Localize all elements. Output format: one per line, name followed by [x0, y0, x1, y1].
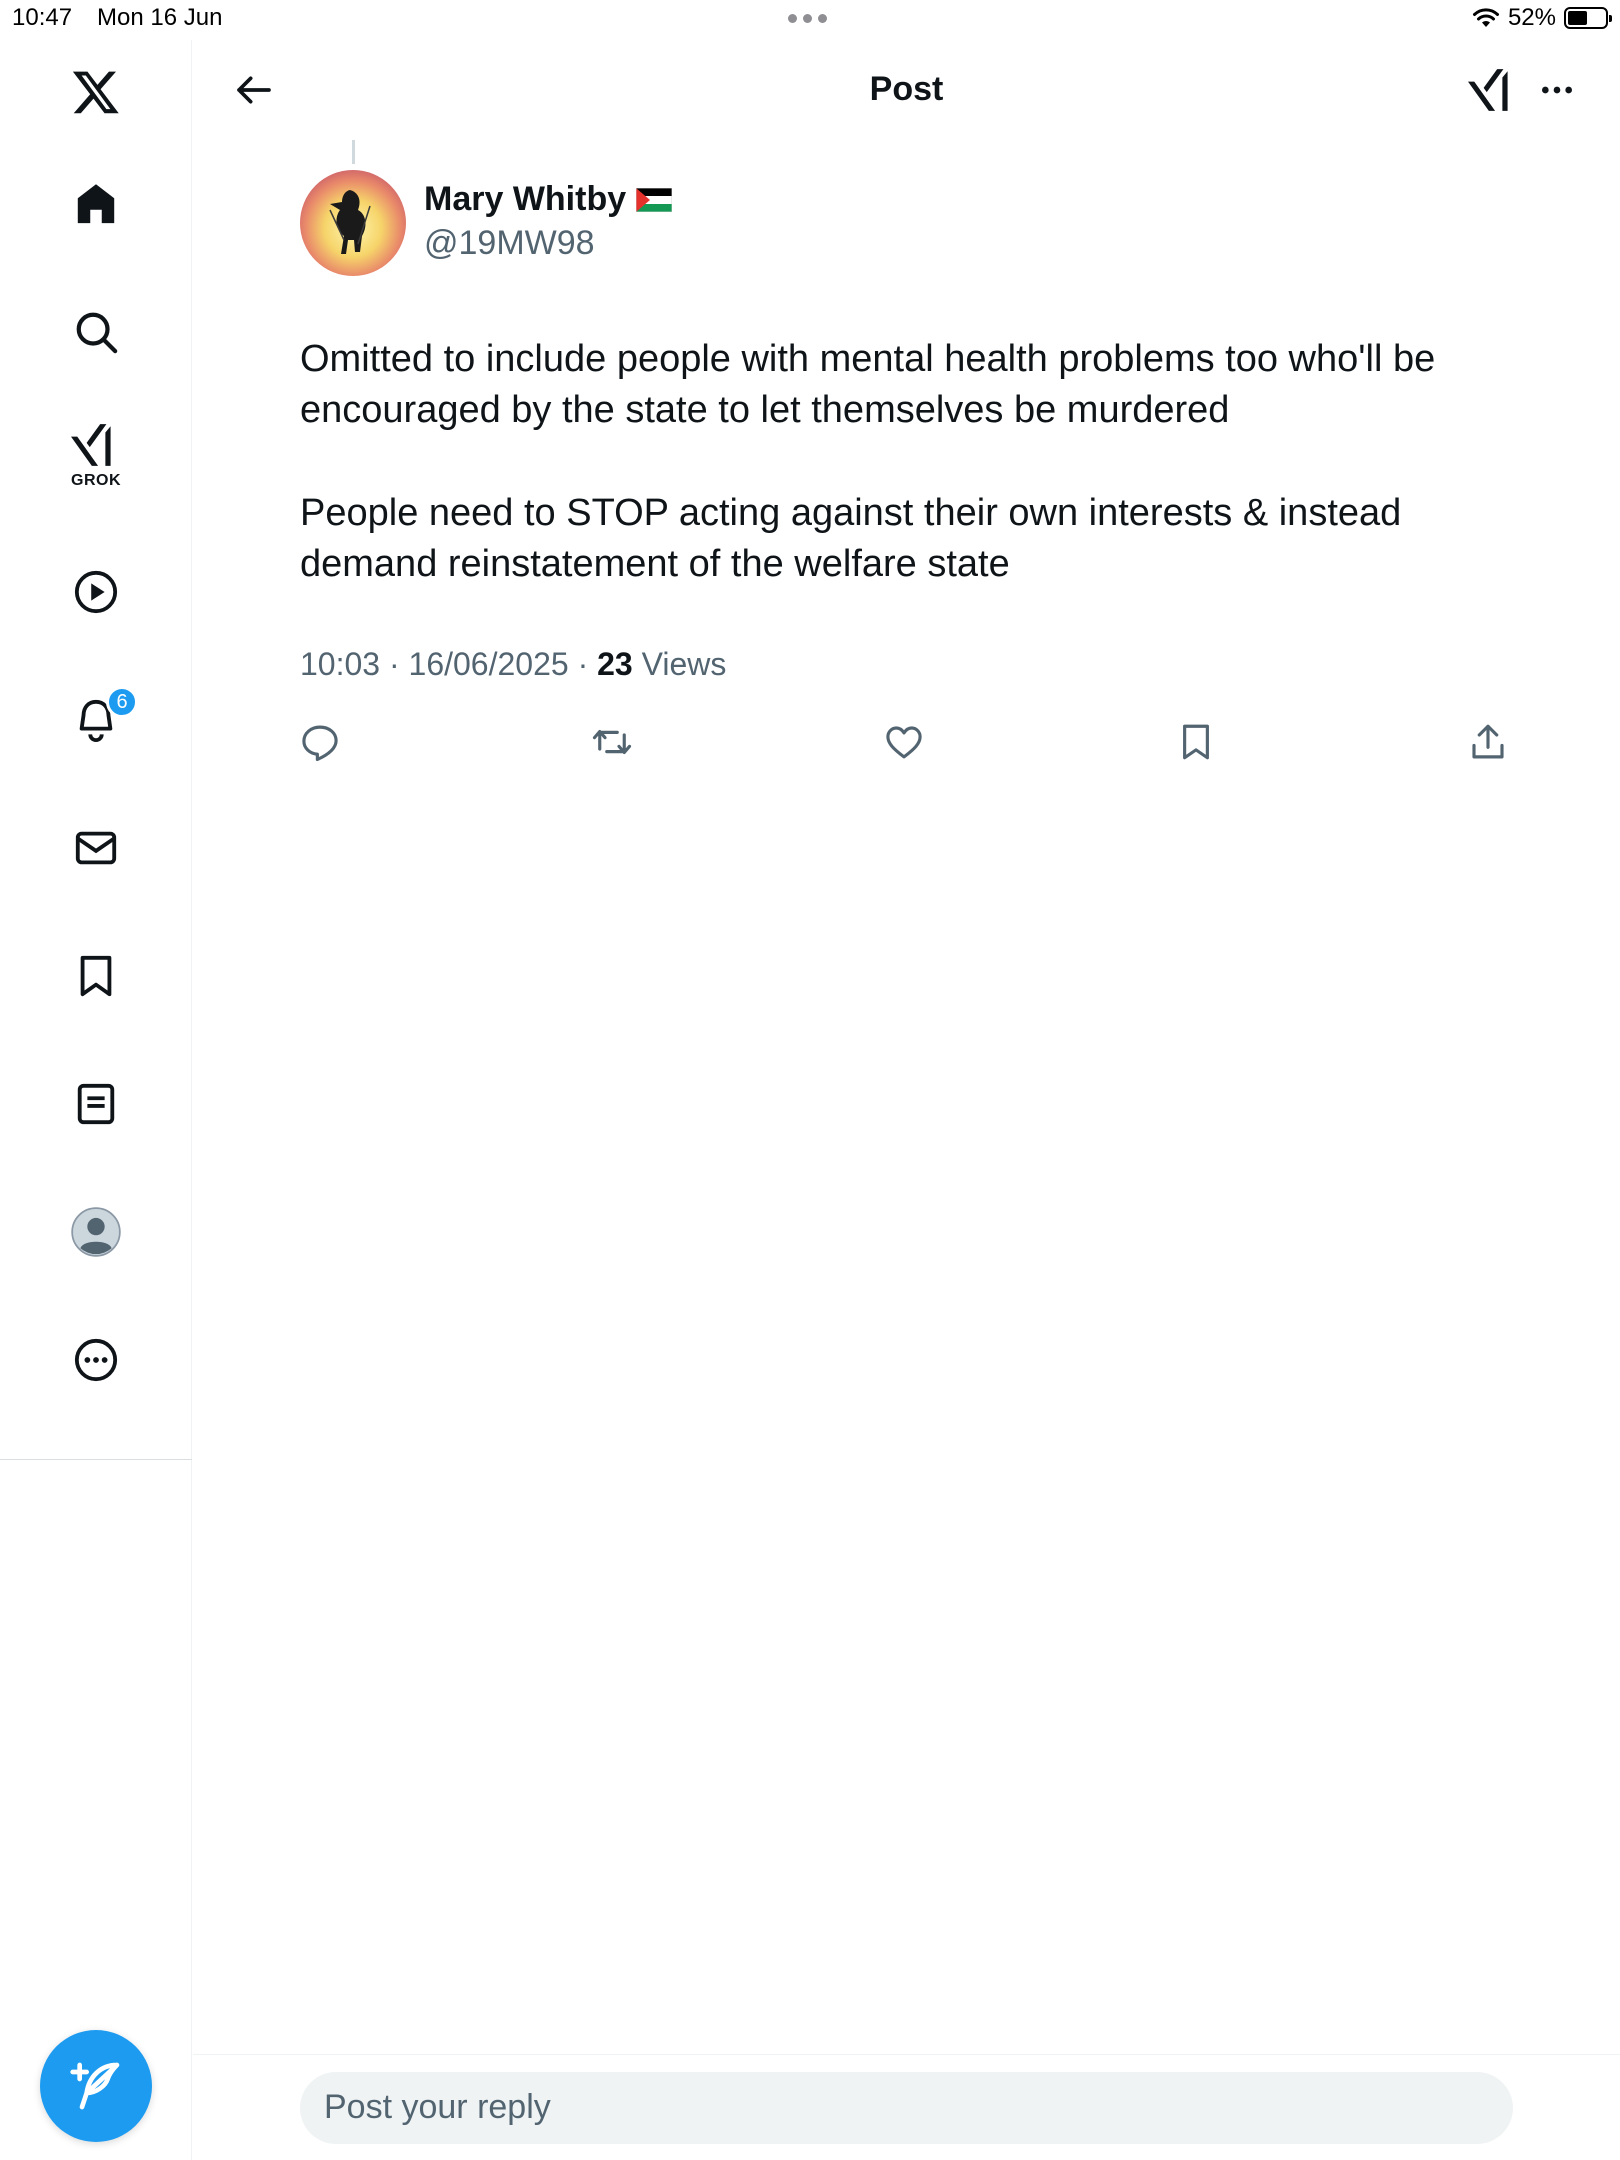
profile-icon[interactable] — [60, 1196, 132, 1268]
reply-placeholder: Post your reply — [324, 2088, 551, 2126]
bookmark-button[interactable] — [1164, 710, 1228, 774]
reply-divider — [193, 2054, 1620, 2055]
post-actions — [288, 710, 1520, 774]
post-time[interactable]: 10:03 — [300, 646, 380, 682]
author-handle[interactable]: @19MW98 — [424, 224, 595, 263]
messages-icon[interactable] — [60, 812, 132, 884]
x-logo-icon[interactable] — [60, 56, 132, 128]
status-bar: 10:47 Mon 16 Jun 52% — [0, 0, 1620, 40]
multitasking-dots-icon[interactable] — [788, 14, 827, 23]
reply-button[interactable] — [288, 710, 352, 774]
share-button[interactable] — [1456, 710, 1520, 774]
grok-icon — [1468, 69, 1508, 111]
like-button[interactable] — [872, 710, 936, 774]
author-avatar[interactable] — [300, 170, 406, 276]
reply-icon — [302, 725, 338, 762]
post-paragraph: Omitted to include people with mental he… — [300, 338, 1436, 431]
share-icon — [1472, 724, 1504, 759]
sidebar: GROK 6 — [0, 40, 192, 2160]
status-time: 10:47 — [12, 4, 73, 31]
post-paragraph: People need to STOP acting against their… — [300, 492, 1402, 585]
post-body: Omitted to include people with mental he… — [300, 334, 1500, 590]
post-date[interactable]: 16/06/2025 — [409, 646, 569, 682]
status-date: Mon 16 Jun — [97, 4, 223, 31]
notifications-icon[interactable]: 6 — [60, 684, 138, 756]
more-options-button[interactable] — [1527, 60, 1587, 120]
meta-separator: · — [388, 646, 409, 682]
repost-icon — [592, 729, 632, 755]
video-icon[interactable] — [60, 556, 132, 628]
search-icon[interactable] — [60, 296, 132, 368]
bookmarks-icon[interactable] — [60, 940, 132, 1012]
like-icon — [886, 726, 922, 759]
battery-icon — [1564, 7, 1612, 29]
grok-header-button[interactable] — [1463, 60, 1523, 120]
author-name[interactable]: Mary Whitby — [424, 180, 673, 219]
compose-post-icon — [70, 2062, 120, 2110]
palestine-flag-icon — [636, 187, 673, 212]
thread-line — [352, 140, 355, 164]
meta-separator: · — [577, 646, 598, 682]
views-label: Views — [641, 646, 727, 682]
sidebar-divider — [0, 1459, 192, 1460]
status-right: 52% — [1472, 4, 1612, 32]
battery-percent: 52% — [1507, 4, 1556, 31]
notification-badge: 6 — [106, 686, 138, 718]
author-name-text: Mary Whitby — [424, 180, 627, 218]
compose-post-button[interactable] — [40, 2030, 152, 2142]
ellipsis-icon — [1542, 86, 1572, 94]
wifi-icon — [1472, 8, 1499, 27]
lists-icon[interactable] — [60, 1068, 132, 1140]
repost-button[interactable] — [580, 710, 644, 774]
reply-input[interactable]: Post your reply — [300, 2072, 1513, 2144]
grok-icon[interactable]: GROK — [60, 420, 132, 516]
page-title: Post — [869, 70, 944, 108]
more-icon[interactable] — [60, 1324, 132, 1396]
post-header: Post — [193, 40, 1620, 140]
home-icon[interactable] — [60, 168, 132, 240]
views-count: 23 — [597, 646, 633, 682]
grok-label: GROK — [71, 472, 121, 489]
bookmark-icon — [1183, 724, 1209, 760]
post-metadata: 10:03 · 16/06/2025 · 23 Views — [300, 646, 726, 683]
